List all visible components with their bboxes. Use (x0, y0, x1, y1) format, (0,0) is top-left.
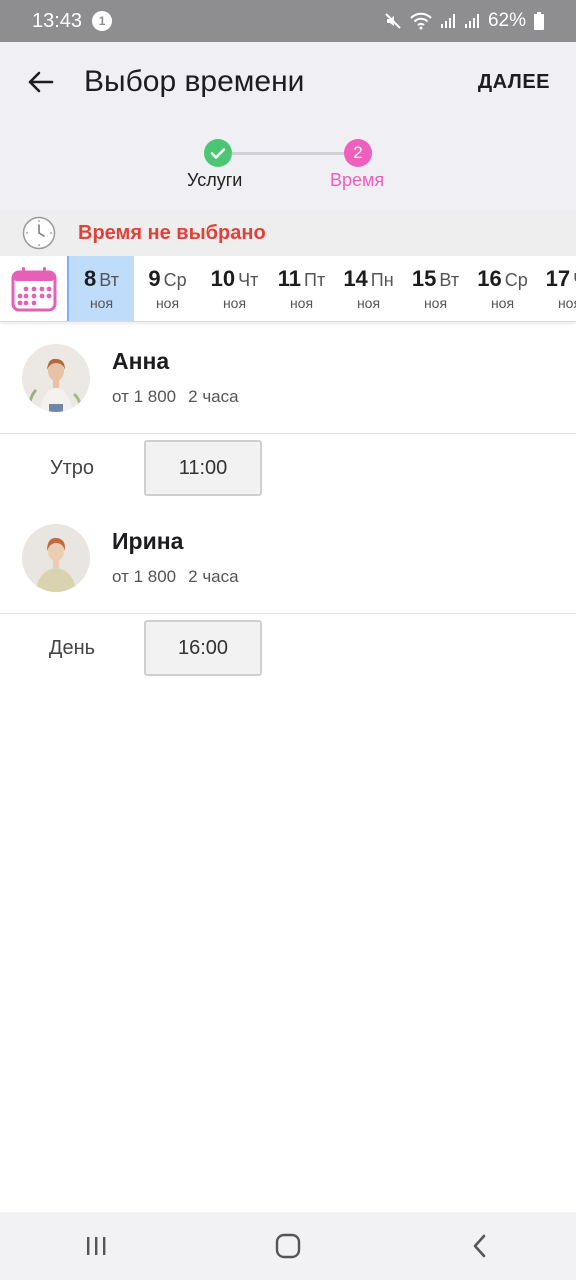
app-bar: Выбор времени ДАЛЕЕ (0, 42, 576, 122)
staff-name: Анна (112, 348, 170, 374)
date-month: ноя (289, 294, 314, 311)
date-day: 8 (84, 265, 97, 291)
step-1-done-indicator (204, 139, 232, 167)
slot-period-label: Утро (49, 456, 95, 479)
time-slot-button[interactable]: 16:00 (144, 620, 262, 676)
staff-duration: 2 часа (188, 567, 239, 586)
recent-apps-icon (87, 1237, 106, 1255)
slot-row: День 16:00 (0, 614, 576, 682)
date-month: ноя (557, 294, 576, 311)
date-weekday: Ср (504, 269, 528, 290)
step-1-label[interactable]: Услуги (187, 170, 242, 191)
mute-icon (384, 12, 402, 30)
date-list: 8 Вт ноя 9 Ср ноя 10 Чт ноя 11 Пт ноя 14 Пн н… (67, 256, 576, 321)
battery-level: 62% (487, 10, 526, 31)
slot-row: Утро 11:00 (0, 434, 576, 502)
home-icon (275, 1233, 301, 1259)
date-day: 9 (148, 265, 161, 291)
date-item[interactable]: 14 Пн ноя (335, 256, 402, 321)
staff-card-anna[interactable]: Анна от 1 800 2 часа (0, 322, 576, 434)
check-icon (210, 148, 226, 159)
staff-price: от 1 800 (112, 387, 177, 406)
back-icon (473, 1234, 486, 1258)
system-back-button[interactable] (440, 1216, 520, 1276)
date-item[interactable]: 17Чт ноя (536, 256, 576, 321)
date-weekday: Вт (99, 269, 119, 290)
date-day: 17 (545, 265, 571, 291)
date-weekday: Чт (238, 269, 259, 290)
date-day: 14 (343, 265, 368, 291)
date-weekday: Вт (439, 269, 460, 290)
date-weekday: Ср (163, 269, 187, 290)
stepper: 2 Услуги Время (0, 122, 576, 210)
calendar-icon (11, 267, 56, 312)
staff-name: Ирина (112, 528, 184, 554)
avatar (22, 343, 90, 412)
date-item-selected[interactable]: 8 Вт ноя (67, 256, 134, 321)
date-weekday: Пт (304, 269, 326, 290)
staff-duration: 2 часа (188, 387, 239, 406)
wifi-icon (410, 12, 432, 30)
staff-meta: от 1 800 2 часа (112, 567, 239, 587)
battery-icon (534, 12, 544, 30)
time-not-selected-text: Время не выбрано (78, 221, 266, 244)
date-month: ноя (222, 294, 247, 311)
date-month: ноя (356, 294, 381, 311)
date-month: ноя (89, 294, 114, 311)
date-item[interactable]: 15 Вт ноя (402, 256, 469, 321)
date-day: 10 (210, 265, 236, 291)
staff-price: от 1 800 (112, 567, 177, 586)
step-2-indicator: 2 (344, 139, 372, 167)
date-day: 16 (477, 265, 502, 291)
next-button[interactable]: ДАЛЕЕ (470, 63, 558, 102)
status-time: 13:43 (32, 9, 83, 32)
page-title: Выбор времени (84, 65, 305, 98)
date-item[interactable]: 16 Ср ноя (469, 256, 536, 321)
calendar-button[interactable] (0, 256, 67, 321)
slot-period-label: День (48, 636, 96, 659)
step-2-label[interactable]: Время (330, 170, 384, 191)
back-button[interactable] (0, 42, 80, 122)
signal-icon (440, 13, 456, 29)
home-button[interactable] (248, 1216, 328, 1276)
system-nav-bar (0, 1212, 576, 1280)
time-status-banner: Время не выбрано (0, 210, 576, 256)
avatar (22, 523, 90, 592)
date-month: ноя (155, 294, 180, 311)
staff-card-irina[interactable]: Ирина от 1 800 2 часа (0, 502, 576, 614)
staff-meta: от 1 800 2 часа (112, 387, 239, 407)
status-bar: 13:43 1 62% (0, 0, 576, 42)
date-day: 11 (277, 265, 302, 291)
date-weekday: Пн (370, 269, 394, 290)
date-item[interactable]: 10 Чт ноя (201, 256, 268, 321)
date-month: ноя (490, 294, 515, 311)
date-strip[interactable]: 8 Вт ноя 9 Ср ноя 10 Чт ноя 11 Пт ноя 14 Пн н… (0, 256, 576, 322)
time-slot-button[interactable]: 11:00 (144, 440, 262, 496)
date-item[interactable]: 9 Ср ноя (134, 256, 201, 321)
signal-icon-2 (464, 13, 480, 29)
date-day: 15 (411, 265, 437, 291)
clock-icon (22, 216, 56, 250)
notification-badge: 1 (92, 11, 113, 31)
arrow-left-icon (28, 71, 54, 93)
date-item[interactable]: 11 Пт ноя (268, 256, 335, 321)
step-connector (232, 152, 344, 155)
status-icons: 62% (384, 10, 544, 32)
date-month: ноя (423, 294, 448, 311)
recent-apps-button[interactable] (56, 1216, 136, 1276)
